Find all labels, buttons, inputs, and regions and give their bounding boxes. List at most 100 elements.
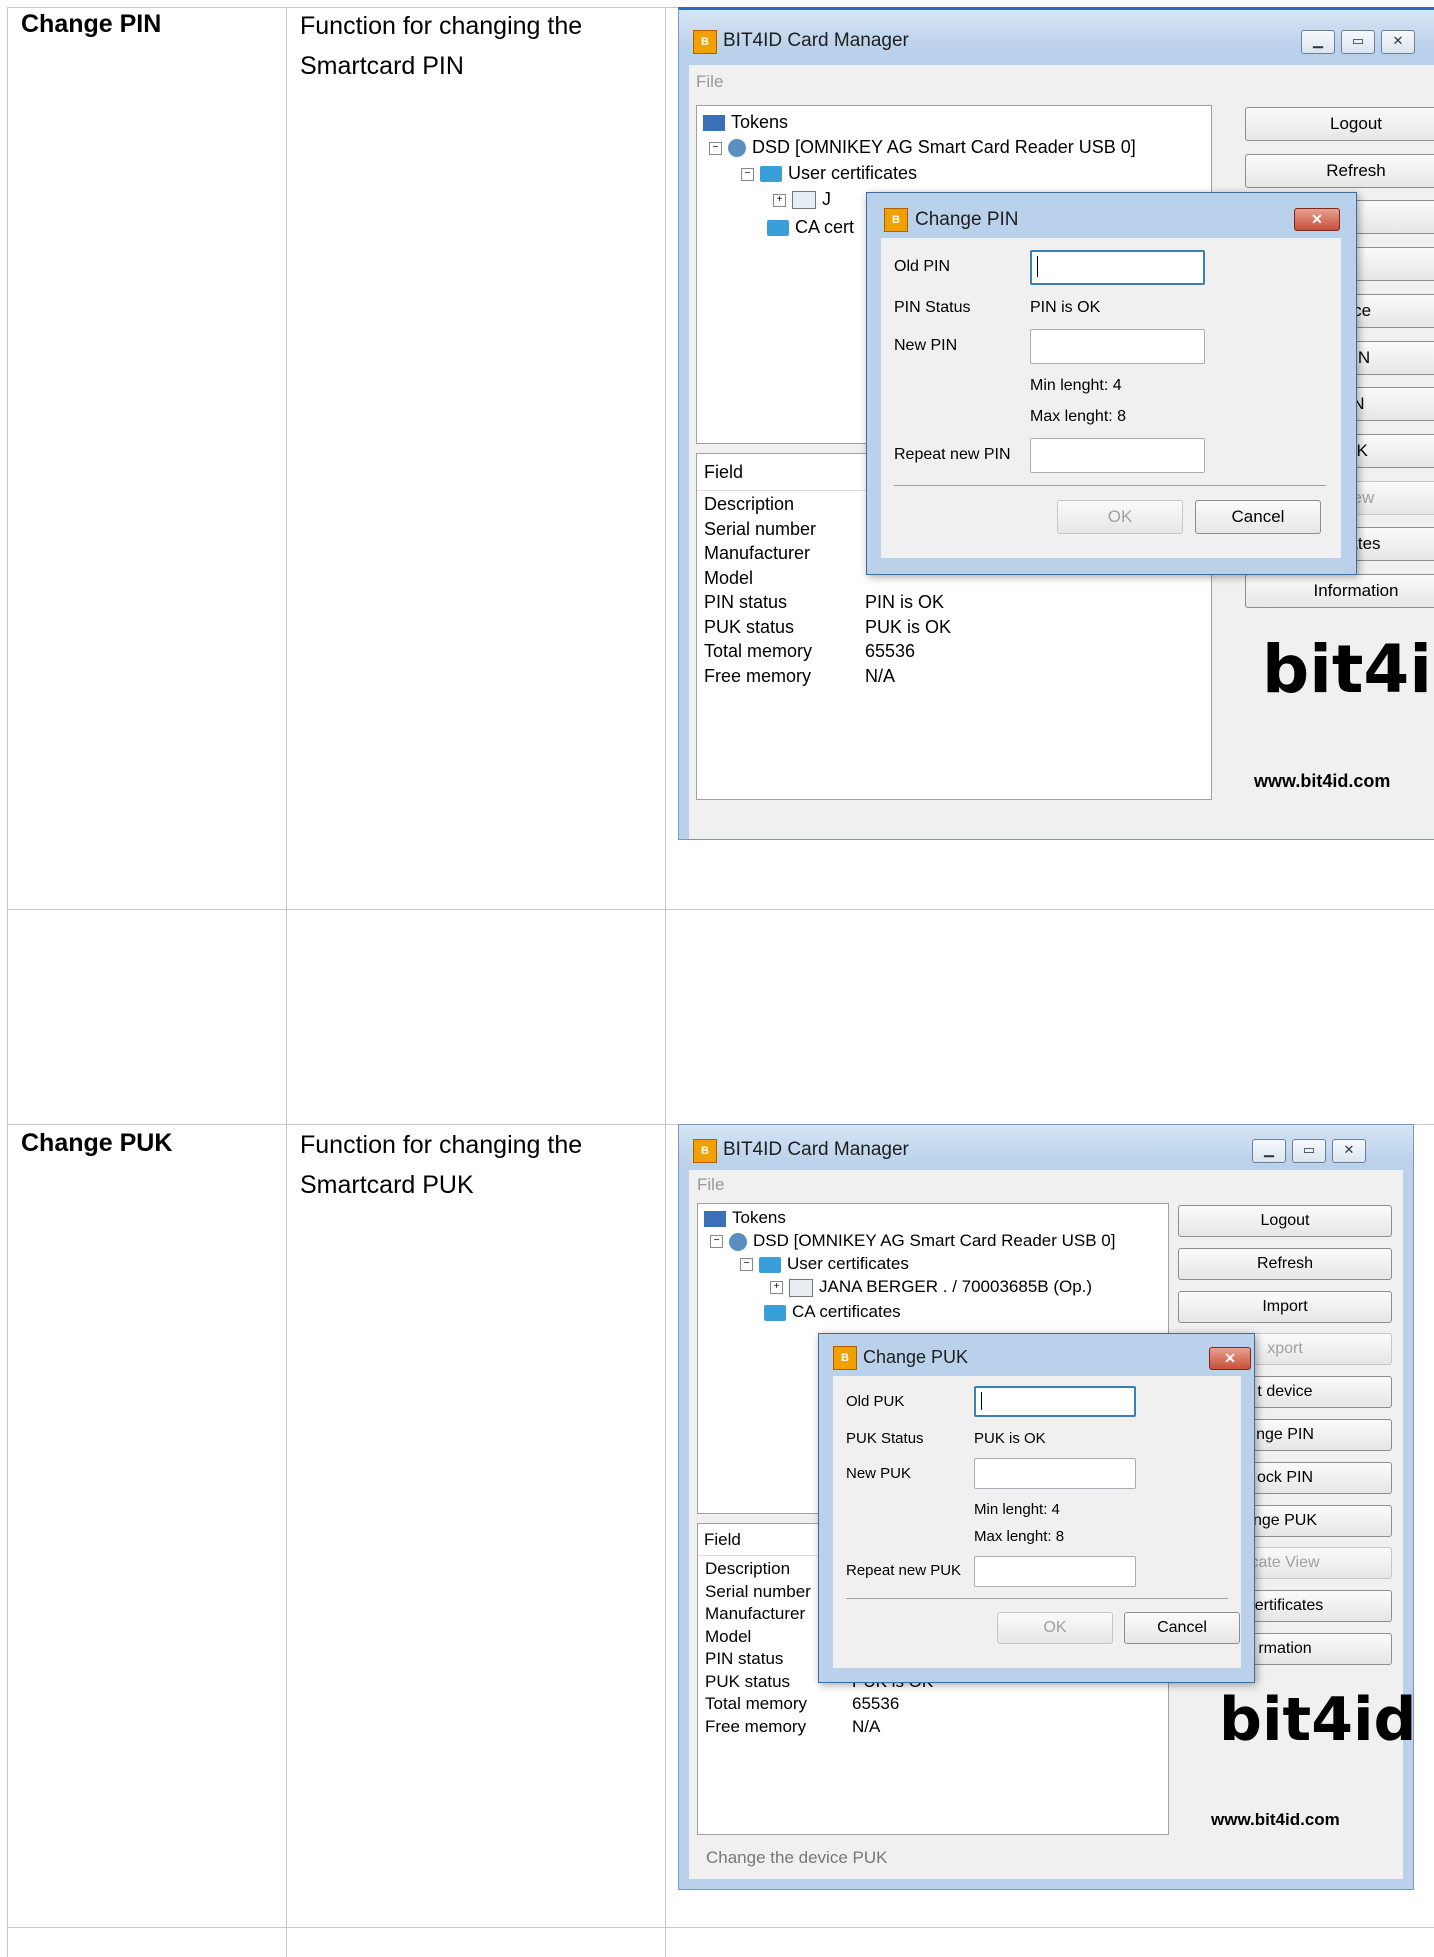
folder-icon: [759, 1256, 781, 1273]
side-button[interactable]: Information: [1245, 574, 1434, 608]
tree-node-ca-certificates[interactable]: CA cert: [767, 217, 854, 238]
bit4id-url: www.bit4id.com: [1254, 771, 1391, 791]
puk-status-label: PUK Status: [846, 1430, 924, 1447]
field-name: Description: [705, 1559, 791, 1578]
min-length-hint: Min lenght: 4: [1030, 377, 1122, 394]
maximize-icon[interactable]: ▭: [1292, 1139, 1326, 1163]
token-icon: [728, 139, 746, 158]
field-name: Free memory: [704, 665, 812, 686]
tree-node-ca-certificates[interactable]: CA certificates: [764, 1302, 901, 1322]
new-puk-input[interactable]: [974, 1458, 1136, 1489]
side-button[interactable]: Logout: [1178, 1205, 1392, 1237]
repeat-puk-label: Repeat new PUK: [846, 1562, 962, 1579]
tree-node-user-certificates[interactable]: − User certificates: [741, 163, 917, 184]
field-name: Total memory: [705, 1694, 808, 1713]
collapse-icon[interactable]: −: [710, 1235, 723, 1249]
menu-file[interactable]: File: [697, 1175, 724, 1195]
cancel-button[interactable]: Cancel: [1195, 500, 1321, 534]
side-button[interactable]: Logout: [1245, 107, 1434, 141]
maximize-icon[interactable]: ▭: [1341, 30, 1375, 54]
window-title: BIT4ID Card Manager: [723, 1139, 909, 1160]
row-description: Function for changing the Smartcard PIN: [300, 12, 583, 80]
field-value: 65536: [865, 641, 916, 661]
field-name: Serial number: [705, 1581, 811, 1601]
pin-status-value: PIN is OK: [1030, 299, 1101, 316]
dialog-body: Old PUK PUK Status PUK is OK New PUK Min…: [833, 1376, 1241, 1668]
side-button[interactable]: Refresh: [1245, 153, 1434, 188]
certificate-icon: [789, 1278, 813, 1297]
field-name: PIN status: [705, 1649, 784, 1668]
close-dialog-icon[interactable]: ✕: [1294, 208, 1340, 231]
field-value: N/A: [865, 665, 896, 686]
dialog-separator: [846, 1598, 1228, 1599]
repeat-puk-input[interactable]: [974, 1556, 1136, 1587]
field-value: PIN is OK: [865, 592, 945, 612]
dialog-body: Old PIN PIN Status PIN is OK New PIN Min…: [881, 238, 1341, 558]
puk-status-value: PUK is OK: [974, 1430, 1046, 1447]
tree-node-device[interactable]: − DSD [OMNIKEY AG Smart Card Reader USB 0…: [710, 1231, 1115, 1251]
menu-file[interactable]: File: [696, 72, 723, 92]
dialog-title: Change PUK: [863, 1347, 969, 1367]
column-header-field: Field: [704, 462, 744, 482]
side-button[interactable]: Refresh: [1178, 1247, 1392, 1280]
side-button[interactable]: Import: [1178, 1290, 1392, 1323]
repeat-pin-input[interactable]: [1030, 438, 1205, 473]
tree-node-user-certificates[interactable]: − User certificates: [740, 1254, 909, 1274]
bit4id-logo: bit4id: [1219, 1685, 1414, 1755]
collapse-icon[interactable]: −: [740, 1258, 753, 1272]
tree-node-certificate[interactable]: + JANA BERGER . / 70003685B (Op.): [770, 1277, 1092, 1297]
bit4id-app-icon: B: [884, 208, 908, 232]
expand-icon[interactable]: +: [773, 193, 786, 207]
change-pin-dialog: B Change PIN ✕ Old PIN PIN Status PIN is…: [866, 192, 1357, 575]
collapse-icon[interactable]: −: [709, 141, 722, 155]
change-puk-dialog: B Change PUK ✕ Old PUK PUK Status PUK is…: [818, 1333, 1255, 1683]
field-name: Model: [704, 567, 754, 588]
field-name: PUK status: [704, 616, 795, 637]
new-pin-input[interactable]: [1030, 329, 1205, 364]
status-bar-text: Change the device PUK: [706, 1848, 888, 1867]
tree-node-device[interactable]: − DSD [OMNIKEY AG Smart Card Reader USB 0…: [709, 137, 1136, 158]
ok-button[interactable]: OK: [997, 1612, 1113, 1644]
collapse-icon[interactable]: −: [741, 167, 754, 181]
field-name: PUK status: [705, 1671, 791, 1691]
window-title: BIT4ID Card Manager: [723, 30, 909, 51]
minimize-icon[interactable]: ▁: [1301, 30, 1335, 54]
bit4id-app-icon: B: [833, 1346, 857, 1370]
table-row-divider: [7, 1927, 1434, 1928]
close-window-icon[interactable]: ✕: [1381, 30, 1415, 54]
old-puk-input[interactable]: [974, 1386, 1136, 1417]
bit4id-url: www.bit4id.com: [1211, 1810, 1340, 1829]
monitor-icon: [703, 115, 725, 132]
cancel-button[interactable]: Cancel: [1124, 1612, 1240, 1644]
field-value: PUK is OK: [865, 616, 952, 637]
min-length-hint: Min lenght: 4: [974, 1501, 1060, 1518]
field-name: Model: [705, 1626, 752, 1646]
folder-icon: [764, 1304, 786, 1321]
tree-node-tokens[interactable]: Tokens: [703, 112, 788, 133]
table-col-divider: [286, 7, 287, 1957]
field-name: PIN status: [704, 592, 788, 612]
ok-button[interactable]: OK: [1057, 500, 1183, 534]
field-name: Manufacturer: [705, 1604, 806, 1623]
pin-status-label: PIN Status: [894, 299, 971, 316]
tree-node-certificate[interactable]: + J: [773, 189, 831, 210]
expand-icon[interactable]: +: [770, 1281, 783, 1295]
table-col-divider: [665, 7, 666, 1957]
new-pin-label: New PIN: [894, 337, 958, 354]
certificate-icon: [792, 191, 816, 210]
bit4id-logo: bit4id: [1262, 631, 1434, 708]
close-dialog-icon[interactable]: ✕: [1209, 1347, 1251, 1370]
table-row-divider: [7, 909, 1434, 910]
minimize-icon[interactable]: ▁: [1252, 1139, 1286, 1163]
repeat-pin-label: Repeat new PIN: [894, 446, 1011, 463]
field-name: Free memory: [705, 1716, 807, 1736]
dialog-separator: [894, 485, 1326, 486]
close-window-icon[interactable]: ✕: [1332, 1139, 1366, 1163]
old-pin-input[interactable]: [1030, 250, 1205, 285]
row-label: Change PUK: [21, 1129, 173, 1157]
tree-node-tokens[interactable]: Tokens: [704, 1208, 786, 1228]
folder-icon: [760, 166, 782, 183]
old-puk-label: Old PUK: [846, 1393, 905, 1410]
row-label: Change PIN: [21, 10, 162, 38]
row-description: Function for changing the Smartcard PUK: [300, 1131, 583, 1199]
